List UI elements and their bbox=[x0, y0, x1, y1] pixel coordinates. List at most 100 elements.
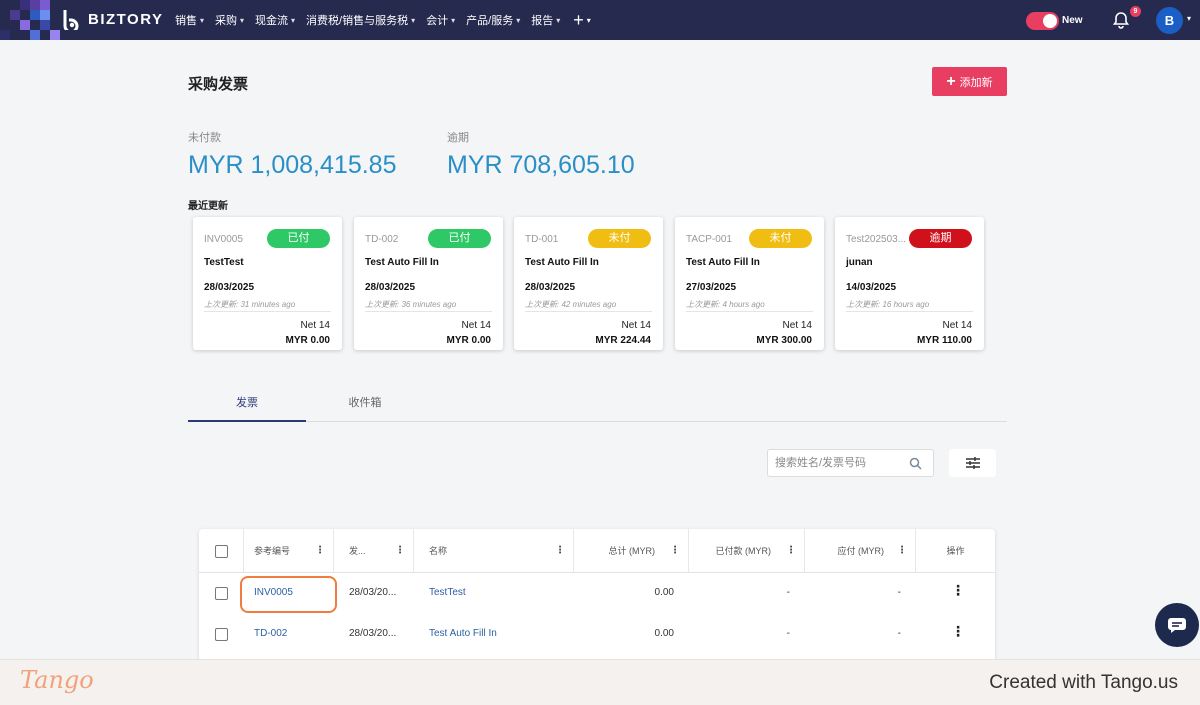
status-badge: 已付 bbox=[267, 229, 330, 248]
menu-sales[interactable]: 销售 ▾ bbox=[175, 12, 204, 28]
search-input[interactable] bbox=[768, 450, 898, 476]
card-date: 28/03/2025 bbox=[525, 282, 576, 293]
chevron-down-icon: ▾ bbox=[291, 15, 296, 25]
column-header-date[interactable]: 发... ⋮ bbox=[334, 529, 414, 573]
column-menu-icon[interactable]: ⋮ bbox=[315, 529, 325, 573]
page-title: 采购发票 bbox=[188, 76, 249, 93]
card-term: Net 14 bbox=[782, 320, 812, 331]
column-header-label: 已付款 (MYR) bbox=[715, 546, 772, 556]
card-updated: 上次更新: 36 minutes ago bbox=[365, 300, 457, 309]
user-avatar[interactable]: B bbox=[1156, 7, 1183, 34]
menu-purchases[interactable]: 采购 ▾ bbox=[215, 12, 244, 28]
card-updated: 上次更新: 31 minutes ago bbox=[204, 300, 296, 309]
row-actions-icon[interactable]: ⋮ bbox=[951, 583, 965, 597]
status-badge: 已付 bbox=[428, 229, 491, 248]
search-box bbox=[767, 449, 934, 477]
menu-cashflow[interactable]: 现金流 ▾ bbox=[255, 12, 295, 28]
top-navbar: BIZTORY 销售 ▾ 采购 ▾ 现金流 ▾ 消费税/销售与服务税 ▾ 会计 ▾ 产品/… bbox=[0, 0, 1200, 40]
unpaid-amount: MYR 1,008,415.85 bbox=[188, 151, 397, 179]
filter-button[interactable] bbox=[949, 449, 996, 477]
row-ref-link[interactable]: TD-002 bbox=[254, 628, 287, 639]
status-badge: 逾期 bbox=[909, 229, 972, 248]
chat-launcher-button[interactable] bbox=[1155, 603, 1199, 647]
row-checkbox[interactable] bbox=[215, 587, 228, 600]
card-name: junan bbox=[846, 257, 873, 268]
status-badge: 未付 bbox=[749, 229, 812, 248]
column-menu-icon[interactable]: ⋮ bbox=[670, 529, 680, 573]
recent-invoice-card[interactable]: INV0005 已付 TestTest 28/03/2025 上次更新: 31 … bbox=[193, 217, 342, 350]
column-header-name[interactable]: 名称 ⋮ bbox=[414, 529, 574, 573]
quick-add-menu[interactable]: + ▾ bbox=[573, 10, 591, 31]
menu-label: 采购 bbox=[215, 15, 238, 27]
tab-invoices[interactable]: 发票 bbox=[188, 388, 306, 422]
column-header-total[interactable]: 总计 (MYR) ⋮ bbox=[574, 529, 689, 573]
created-with-credit: Created with Tango.us bbox=[989, 672, 1178, 693]
brand-logo[interactable]: BIZTORY bbox=[62, 8, 164, 30]
brand-name: BIZTORY bbox=[88, 10, 164, 28]
row-due: - bbox=[897, 628, 901, 639]
card-divider bbox=[204, 311, 331, 312]
select-all-checkbox[interactable] bbox=[215, 545, 228, 558]
chevron-down-icon: ▾ bbox=[516, 15, 521, 25]
column-header-due[interactable]: 应付 (MYR) ⋮ bbox=[805, 529, 916, 573]
menu-label: 销售 bbox=[175, 15, 197, 27]
menu-tax[interactable]: 消费税/销售与服务税 ▾ bbox=[306, 12, 415, 28]
menu-products[interactable]: 产品/服务 ▾ bbox=[466, 12, 520, 28]
column-header-label: 总计 (MYR) bbox=[608, 546, 656, 556]
chat-icon bbox=[1168, 617, 1186, 633]
row-paid: - bbox=[786, 628, 790, 639]
recent-invoice-card[interactable]: TD-001 未付 Test Auto Fill In 28/03/2025 上… bbox=[514, 217, 663, 350]
chevron-down-icon: ▾ bbox=[411, 15, 416, 25]
tango-footer: Tango Created with Tango.us bbox=[0, 659, 1200, 705]
recent-invoice-card[interactable]: TD-002 已付 Test Auto Fill In 28/03/2025 上… bbox=[354, 217, 503, 350]
column-menu-icon[interactable]: ⋮ bbox=[395, 529, 405, 573]
biztory-logo-icon bbox=[63, 10, 79, 30]
column-header-label: 应付 (MYR) bbox=[837, 546, 885, 556]
row-name-link[interactable]: Test Auto Fill In bbox=[429, 628, 497, 639]
select-all-cell bbox=[199, 529, 244, 573]
tango-logo: Tango bbox=[20, 666, 94, 694]
card-name: TestTest bbox=[204, 257, 244, 268]
card-ref: INV0005 bbox=[204, 234, 243, 245]
menu-label: 现金流 bbox=[255, 15, 289, 27]
card-updated: 上次更新: 42 minutes ago bbox=[525, 300, 617, 309]
column-header-label: 操作 bbox=[946, 546, 965, 556]
notification-count-badge: 9 bbox=[1130, 6, 1141, 17]
card-amount: MYR 300.00 bbox=[756, 335, 812, 346]
sliders-icon bbox=[965, 457, 980, 469]
tab-inbox[interactable]: 收件箱 bbox=[306, 388, 424, 422]
main-menu: 销售 ▾ 采购 ▾ 现金流 ▾ 消费税/销售与服务税 ▾ 会计 ▾ 产品/服务 ▾ 报告 ▾ … bbox=[175, 0, 591, 40]
menu-reports[interactable]: 报告 ▾ bbox=[531, 12, 560, 28]
bell-icon[interactable] bbox=[1112, 11, 1130, 29]
row-checkbox[interactable] bbox=[215, 628, 228, 641]
menu-label: 报告 bbox=[531, 15, 554, 27]
card-updated: 上次更新: 4 hours ago bbox=[686, 300, 765, 309]
row-name-link[interactable]: TestTest bbox=[429, 587, 466, 598]
column-header-label: 名称 bbox=[429, 546, 448, 556]
row-due: - bbox=[897, 587, 901, 598]
overdue-amount: MYR 708,605.10 bbox=[447, 151, 635, 179]
card-term: Net 14 bbox=[621, 320, 651, 331]
menu-label: 消费税/销售与服务税 bbox=[306, 15, 409, 27]
menu-accounting[interactable]: 会计 ▾ bbox=[426, 12, 455, 28]
new-ui-toggle[interactable] bbox=[1026, 12, 1059, 30]
column-menu-icon[interactable]: ⋮ bbox=[786, 529, 796, 573]
new-ui-toggle-label: New bbox=[1062, 15, 1083, 26]
table-row[interactable]: TD-002 28/03/20... Test Auto Fill In 0.0… bbox=[199, 614, 995, 655]
add-new-button[interactable]: + 添加新 bbox=[932, 67, 1007, 96]
recent-invoice-card[interactable]: Test202503... 逾期 junan 14/03/2025 上次更新: … bbox=[835, 217, 984, 350]
card-divider bbox=[686, 311, 813, 312]
column-header-ref[interactable]: 参考编号 ⋮ bbox=[244, 529, 334, 573]
recent-invoice-card[interactable]: TACP-001 未付 Test Auto Fill In 27/03/2025… bbox=[675, 217, 824, 350]
menu-label: 会计 bbox=[426, 15, 449, 27]
column-menu-icon[interactable]: ⋮ bbox=[897, 529, 907, 573]
chevron-down-icon: ▾ bbox=[240, 15, 245, 25]
chevron-down-icon[interactable]: ▾ bbox=[1187, 14, 1191, 23]
click-highlight-outline bbox=[240, 576, 337, 613]
chevron-down-icon: ▾ bbox=[556, 15, 561, 25]
card-term: Net 14 bbox=[300, 320, 330, 331]
row-actions-icon[interactable]: ⋮ bbox=[951, 624, 965, 638]
column-menu-icon[interactable]: ⋮ bbox=[555, 529, 565, 573]
search-icon[interactable] bbox=[909, 457, 922, 470]
column-header-paid[interactable]: 已付款 (MYR) ⋮ bbox=[689, 529, 805, 573]
